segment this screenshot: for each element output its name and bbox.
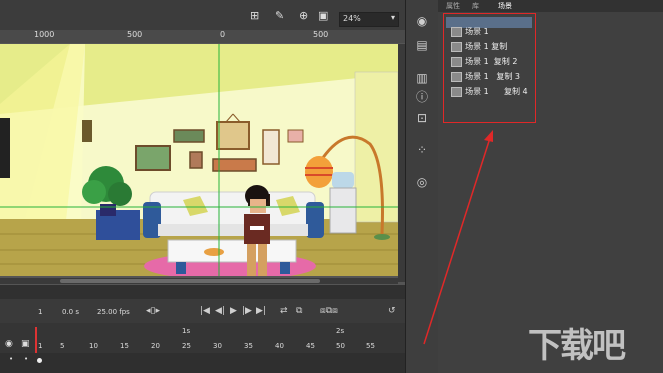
ruler-label: 0 (220, 30, 226, 39)
ruler-label: 500 (313, 30, 329, 39)
stage-canvas[interactable] (0, 44, 398, 276)
frame-number: 40 (275, 342, 284, 350)
play-icon[interactable]: ▶ (230, 306, 237, 316)
loop-icon[interactable]: ⇄ (280, 306, 288, 316)
frame-number: 10 (89, 342, 98, 350)
zoom-value: 24% (343, 14, 361, 23)
center-stage-icon[interactable]: ⊕ (299, 9, 308, 22)
align-icon[interactable]: ▥ (414, 71, 430, 85)
step-back-icon[interactable]: ◀| (215, 306, 225, 316)
edit-symbol-icon[interactable]: ✎ (275, 9, 284, 22)
frame-number: 55 (366, 342, 375, 350)
highlight-box (443, 13, 536, 123)
chevron-down-icon: ▾ (390, 13, 395, 22)
stage-scroll-thumb[interactable] (60, 279, 320, 283)
visibility-dot[interactable]: • (9, 355, 13, 363)
onion-skin-icon[interactable]: ⧉ (296, 306, 302, 316)
zoom-select[interactable]: 24% ▾ (339, 12, 399, 27)
tab-scene[interactable]: 场景 (498, 1, 512, 11)
image-icon[interactable]: ▤ (414, 38, 430, 52)
edit-multiple-icon[interactable]: ⧈⧉⧈ (320, 306, 338, 316)
clip-stage-icon[interactable]: ▣ (318, 9, 328, 22)
frame-number: 35 (244, 342, 253, 350)
frame-number: 1 (38, 342, 43, 350)
tab-library[interactable]: 库 (472, 1, 479, 11)
center-frame-icon[interactable]: ◂▯▸ (146, 306, 160, 316)
transform-icon[interactable]: ⊡ (414, 111, 430, 125)
info-icon[interactable]: ⓘ (414, 90, 430, 104)
eye-icon[interactable]: ◉ (5, 339, 13, 349)
lock-dot[interactable]: • (24, 355, 28, 363)
frame-number: 30 (213, 342, 222, 350)
frame-number: 20 (151, 342, 160, 350)
panel-tabs: 属性 库 场景 (438, 0, 663, 12)
tab-properties[interactable]: 属性 (446, 1, 460, 11)
frame-number: 45 (306, 342, 315, 350)
timeline-header (0, 285, 405, 299)
undo-icon[interactable]: ↺ (388, 306, 396, 316)
scene-illustration (0, 44, 398, 276)
stage-toolbar: ⊞ ✎ ⊕ ▣ 24% ▾ (0, 0, 405, 30)
current-time: 0.0 s (62, 308, 80, 316)
frame-number: 15 (120, 342, 129, 350)
go-last-frame-icon[interactable]: ▶| (256, 306, 266, 316)
lock-icon[interactable]: ▣ (21, 339, 30, 349)
timeline-ruler: 1s 2s ◉ ▣ 1 5 10 15 20 25 30 35 40 45 50… (0, 323, 405, 373)
go-first-frame-icon[interactable]: |◀ (200, 306, 210, 316)
frame-number: 50 (336, 342, 345, 350)
frame-number: 5 (60, 342, 65, 350)
timeline-layer-row[interactable]: • • (0, 353, 405, 373)
frame-number: 25 (182, 342, 191, 350)
second-mark: 2s (336, 327, 345, 335)
edit-scene-icon[interactable]: ⊞ (250, 9, 259, 22)
frame-rate[interactable]: 25.00 fps (97, 308, 130, 316)
current-frame: 1 (38, 308, 43, 316)
ruler-label: 1000 (34, 30, 55, 39)
library-icon[interactable]: ◉ (414, 14, 430, 28)
keyframe[interactable] (37, 358, 42, 363)
horizontal-ruler: 1000 500 0 500 (0, 30, 405, 44)
watermark-logo: 下载吧 (528, 326, 626, 366)
step-forward-icon[interactable]: |▶ (242, 306, 252, 316)
second-mark: 1s (182, 327, 191, 335)
annotation-arrow (423, 130, 493, 345)
stage-vertical-scrollbar[interactable] (398, 44, 405, 282)
ruler-label: 500 (127, 30, 143, 39)
